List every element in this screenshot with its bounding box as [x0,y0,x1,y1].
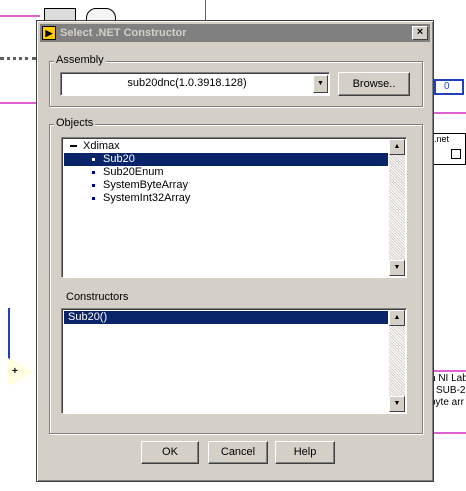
tree-item-label: SystemByteArray [103,179,188,191]
pink-wire [432,112,466,114]
pink-wire [0,102,36,104]
string-line: byte arr [430,397,464,408]
bullet-icon [92,157,95,161]
constructor-item-label: Sub20() [68,311,108,323]
browse-button[interactable]: Browse.. [338,72,410,96]
bullet-icon [92,196,95,200]
objects-scrollbar[interactable]: ▲ ▼ [389,139,405,276]
objects-group-label: Objects [54,117,96,129]
string-line: n NI Lab [430,373,466,384]
select-dotnet-constructor-dialog: ▶ Select .NET Constructor × Assembly sub… [36,20,434,482]
assembly-combobox[interactable]: sub20dnc(1.0.3918.128) ▼ [60,72,330,96]
cancel-button[interactable]: Cancel [208,441,268,464]
tree-item-label: Sub20 [103,153,135,165]
numeric-value: 0 [444,81,450,92]
assembly-group: Assembly sub20dnc(1.0.3918.128) ▼ Browse… [49,54,423,107]
bullet-icon [92,183,95,187]
tree-item-systemint32array[interactable]: SystemInt32Array [64,192,388,205]
tree-item-systembytearray[interactable]: SystemByteArray [64,179,388,192]
constructors-scrollbar[interactable]: ▲ ▼ [389,310,405,412]
constructors-label: Constructors [66,291,129,303]
close-button[interactable]: × [412,26,428,40]
tree-root-xdimax[interactable]: Xdimax [64,140,388,153]
ok-button[interactable]: OK [141,441,199,464]
help-button[interactable]: Help [275,441,335,464]
scroll-up-icon[interactable]: ▲ [389,310,405,326]
tree-item-label: SystemInt32Array [103,192,191,204]
chevron-down-icon[interactable]: ▼ [313,75,328,93]
tree-item-sub20enum[interactable]: Sub20Enum [64,166,388,179]
string-constant: n NI Lab SUB-2 byte arr [430,370,466,434]
constructor-item[interactable]: Sub20() [64,311,388,324]
dialog-title: Select .NET Constructor [60,27,187,39]
assembly-group-label: Assembly [54,54,106,66]
tree-item-sub20[interactable]: Sub20 [64,153,388,166]
tree-item-label: Sub20Enum [103,166,164,178]
dotted-wire [0,57,36,60]
labview-icon: ▶ [42,26,56,40]
scroll-down-icon[interactable]: ▼ [389,260,405,276]
node-terminal-icon [451,149,461,159]
scroll-down-icon[interactable]: ▼ [389,396,405,412]
add-glyph: + [12,366,18,377]
dotnet-constructor-node: .net [432,133,466,165]
string-line: SUB-2 [436,385,466,396]
pink-wire [0,15,40,17]
teal-wire [205,0,206,20]
node-label: .net [434,134,450,144]
tree-root-label: Xdimax [83,140,120,152]
collapse-icon[interactable] [70,145,77,148]
constructors-list[interactable]: Sub20() ▲ ▼ [61,308,407,414]
bullet-icon [92,170,95,174]
objects-group: Objects Xdimax Sub20 Sub20Enum SystemByt… [49,117,423,434]
numeric-indicator: 0 [434,79,464,95]
title-bar[interactable]: ▶ Select .NET Constructor × [40,24,430,42]
scroll-up-icon[interactable]: ▲ [389,139,405,155]
assembly-value: sub20dnc(1.0.3918.128) [127,77,247,89]
objects-tree[interactable]: Xdimax Sub20 Sub20Enum SystemByteArray S… [61,137,407,278]
